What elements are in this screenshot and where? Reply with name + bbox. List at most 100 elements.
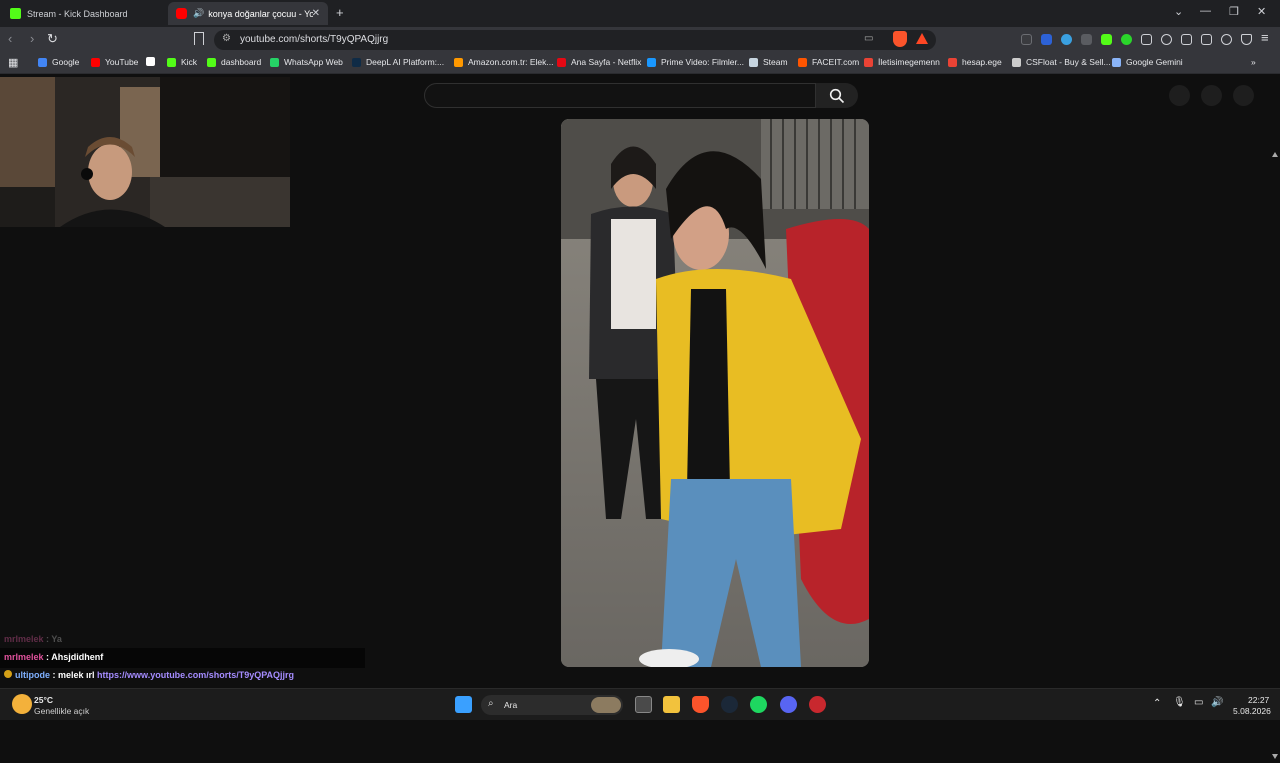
bookmark-label: YouTube (105, 57, 139, 67)
search-button[interactable] (816, 83, 858, 108)
bookmark-item[interactable]: Google (38, 57, 79, 67)
wallet-icon[interactable] (1201, 34, 1212, 45)
bookmark-favicon-icon (647, 57, 656, 67)
windows-taskbar: 25°C Genellikle açık ⌕ Ara ⌃ 🎙 ▭ 🔊 22:27… (0, 688, 1280, 720)
create-button[interactable] (1169, 85, 1190, 106)
bookmark-item[interactable]: İletisimegemenn (864, 57, 940, 67)
tab-kick-dashboard[interactable]: Stream - Kick Dashboard (2, 2, 167, 25)
bookmark-item[interactable]: YouTube (91, 57, 138, 67)
bookmark-favicon-icon (207, 57, 216, 67)
microphone-icon[interactable]: 🎙 (1173, 697, 1186, 708)
taskbar-search[interactable]: ⌕ Ara (481, 695, 623, 715)
kick-icon (10, 8, 21, 19)
volume-icon[interactable]: 🔊 (1211, 697, 1223, 708)
extension-translate-icon[interactable] (1041, 34, 1052, 45)
weather-icon[interactable] (12, 694, 32, 714)
bookmark-item[interactable]: CSFloat - Buy & Sell... (1012, 57, 1111, 67)
show-hidden-icons[interactable]: ⌃ (1153, 698, 1161, 709)
chat-text: Ya (51, 634, 62, 644)
bookmark-label: Google (52, 57, 80, 67)
address-bar[interactable]: ⚙ youtube.com/shorts/T9yQPAQjjrg ▭ (214, 30, 936, 50)
bookmark-label: hesap.ege (962, 57, 1002, 67)
bookmark-favicon-icon (948, 57, 957, 67)
bookmark-item[interactable]: WhatsApp Web (270, 57, 343, 67)
bookmark-item[interactable]: dashboard (207, 57, 261, 67)
bookmark-item[interactable]: FACEIT.com (798, 57, 859, 67)
chat-username: ultipode (15, 670, 50, 680)
bookmark-item[interactable]: Ana Sayfa - Netflix (557, 57, 641, 67)
bookmark-item[interactable]: Google Gemini (1112, 57, 1183, 67)
network-icon[interactable]: ▭ (1194, 697, 1203, 708)
bookmark-label: Kick (181, 57, 198, 67)
brave-rewards-icon[interactable] (916, 33, 928, 44)
clock-date[interactable]: 5.08.2026 (1233, 706, 1271, 716)
menu-icon[interactable]: ≡ (1261, 30, 1269, 45)
extensions-puzzle-icon[interactable] (1141, 34, 1152, 45)
file-explorer-icon[interactable] (663, 696, 680, 713)
reload-button[interactable]: ↻ (47, 31, 58, 47)
back-button[interactable]: ‹ (8, 31, 12, 46)
search-icon (829, 88, 845, 103)
vpn-shield-icon[interactable] (1241, 34, 1252, 45)
chat-link[interactable]: https://www.youtube.com/shorts/T9yQPAQjj… (97, 670, 294, 680)
new-tab-button[interactable]: + (336, 5, 344, 20)
speaker-icon[interactable]: 🔊 (193, 8, 204, 19)
bookmark-favicon-icon (557, 57, 566, 67)
spotify-icon[interactable] (750, 696, 767, 713)
extension-screen-icon[interactable] (1021, 34, 1032, 45)
sidebar-icon[interactable] (1181, 34, 1192, 45)
extension-blue-icon[interactable] (1061, 34, 1072, 45)
forward-button[interactable]: › (30, 31, 34, 46)
discord-icon[interactable] (780, 696, 797, 713)
clock-time[interactable]: 22:27 (1248, 695, 1269, 705)
bookmark-label: Google Gemini (1126, 57, 1183, 67)
minimize-button[interactable]: — (1200, 5, 1211, 17)
brave-shields-icon[interactable] (893, 31, 907, 47)
brave-browser-icon[interactable] (692, 696, 709, 713)
bookmark-favicon-icon (454, 57, 463, 67)
shorts-video-player[interactable] (561, 119, 869, 667)
bookmark-favicon-icon (38, 57, 47, 67)
chat-message: ultipode : melek ırl https://www.youtube… (4, 670, 294, 680)
task-view-icon[interactable] (635, 696, 652, 713)
chat-message: mrlmelek : Ya (4, 634, 62, 644)
chat-message: mrlmelek : Ahsjdidhenf (4, 652, 103, 662)
bookmark-label: dashboard (221, 57, 262, 67)
bookmark-item[interactable] (146, 57, 160, 66)
extension-twitch-icon[interactable] (1081, 34, 1092, 45)
bookmark-item[interactable]: Prime Video: Filmler... (647, 57, 744, 67)
taskbar-search-label: Ara (504, 700, 518, 710)
close-tab-icon[interactable]: ✕ (312, 8, 320, 19)
bookmark-item[interactable]: Amazon.com.tr: Elek... (454, 57, 554, 67)
tab-label: Stream - Kick Dashboard (27, 8, 128, 19)
start-windows-icon[interactable] (455, 696, 472, 713)
extension-kick-icon[interactable] (1101, 34, 1112, 45)
page-scrollbar[interactable] (1270, 150, 1280, 763)
bookmark-item[interactable]: Kick (167, 57, 197, 67)
bookmark-label: İletisimegemenn (878, 57, 940, 67)
bookmark-label: Prime Video: Filmler... (661, 57, 744, 67)
bookmark-label: CSFloat - Buy & Sell... (1026, 57, 1111, 67)
notifications-button[interactable] (1201, 85, 1222, 106)
bookmark-item[interactable]: hesap.ege (948, 57, 1002, 67)
close-window-button[interactable]: ✕ (1257, 5, 1266, 18)
restore-button[interactable]: ❐ (1229, 5, 1239, 18)
bookmark-item[interactable]: Steam (749, 57, 788, 67)
address-url: youtube.com/shorts/T9yQPAQjjrg (240, 34, 389, 45)
cast-icon[interactable]: ▭ (864, 33, 873, 44)
site-info-icon[interactable]: ⚙ (222, 33, 231, 44)
extension-green-icon[interactable] (1121, 34, 1132, 45)
leo-ai-icon[interactable] (1221, 34, 1232, 45)
search-input[interactable] (424, 83, 816, 108)
tab-search-icon[interactable]: ⌄ (1174, 5, 1183, 18)
bookmark-label: FACEIT.com (812, 57, 860, 67)
obs-icon[interactable] (809, 696, 826, 713)
media-control-icon[interactable] (1161, 34, 1172, 45)
tab-youtube-shorts[interactable]: 🔊 konya doğanlar çocuu - YouT ✕ (168, 2, 328, 25)
apps-grid-icon[interactable]: ▦ (8, 56, 18, 69)
bookmark-item[interactable]: DeepL AI Platform:... (352, 57, 444, 67)
steam-icon[interactable] (721, 696, 738, 713)
bookmark-page-icon[interactable] (194, 32, 204, 45)
more-bookmarks-icon[interactable]: » (1251, 57, 1256, 67)
account-avatar[interactable] (1233, 85, 1254, 106)
